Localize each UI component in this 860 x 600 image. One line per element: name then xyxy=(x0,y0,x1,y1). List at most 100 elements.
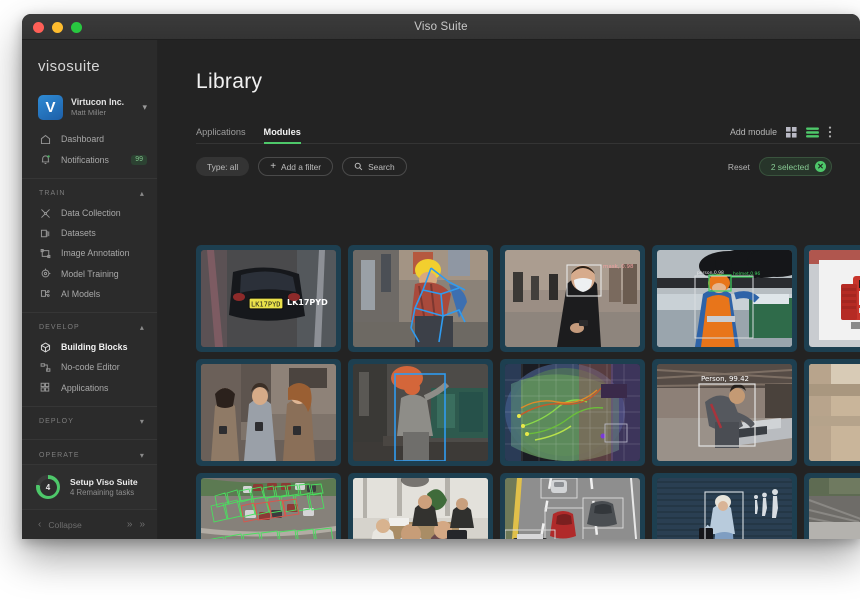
sidebar-item-data-collection[interactable]: Data Collection xyxy=(22,203,157,223)
sidebar-item-datasets[interactable]: Datasets xyxy=(22,223,157,243)
sidebar-group-operate[interactable]: OPERATE ▾ xyxy=(22,446,157,465)
parking-space-detection-thumbnail xyxy=(201,478,336,539)
sidebar-item-label: No-code Editor xyxy=(61,362,120,373)
main-content: Library Applications Modules Add module xyxy=(158,40,860,539)
avatar: V xyxy=(38,94,63,120)
sidebar-item-image-annotation[interactable]: Image Annotation xyxy=(22,243,157,263)
module-card[interactable] xyxy=(652,473,797,539)
applications-icon xyxy=(40,382,50,392)
maximize-window-button[interactable] xyxy=(71,22,82,33)
add-filter-button[interactable]: + Add a filter xyxy=(258,157,334,176)
module-card[interactable] xyxy=(196,473,341,539)
module-card[interactable] xyxy=(348,245,493,352)
sidebar-item-label: Notifications xyxy=(61,154,109,165)
window-titlebar: Viso Suite xyxy=(22,14,860,40)
divider xyxy=(22,439,157,440)
organization-info: Virtucon Inc. Matt Miller xyxy=(71,97,134,117)
user-name: Matt Miller xyxy=(71,108,107,118)
setup-subtitle: 4 Remaining tasks xyxy=(70,488,135,497)
chevron-left-icon[interactable]: ‹ xyxy=(38,519,41,530)
kebab-menu-icon[interactable] xyxy=(828,126,832,138)
reset-filters-button[interactable]: Reset xyxy=(728,162,750,172)
sidebar-group-develop[interactable]: DEVELOP ▴ xyxy=(22,319,157,338)
selected-count-chip[interactable]: 2 selected ✕ xyxy=(758,157,832,176)
sidebar-item-model-training[interactable]: Model Training xyxy=(22,264,157,284)
traffic-light-buttons[interactable] xyxy=(33,22,82,33)
setup-progress-card[interactable]: 4 Setup Viso Suite 4 Remaining tasks xyxy=(22,464,157,511)
clear-circle-icon[interactable]: ✕ xyxy=(815,161,826,172)
sidebar-group-train[interactable]: TRAIN ▴ xyxy=(22,185,157,204)
chevron-down-icon: ▾ xyxy=(139,417,145,427)
svg-text:person,0.98: person,0.98 xyxy=(697,270,724,276)
chevrons-down-icon[interactable]: » xyxy=(139,519,145,530)
sidebar: visosuite V Virtucon Inc. Matt Miller ▾ … xyxy=(22,40,158,539)
type-filter-chip[interactable]: Type: all xyxy=(196,157,250,176)
module-card[interactable]: person,0.98 helmet,0.96 xyxy=(652,245,797,352)
close-window-button[interactable] xyxy=(33,22,44,33)
sidebar-item-label: Model Training xyxy=(61,268,119,279)
module-card[interactable] xyxy=(348,359,493,466)
sidebar-item-building-blocks[interactable]: Building Blocks xyxy=(22,337,157,357)
sidebar-item-label: Data Collection xyxy=(61,208,121,219)
sidebar-item-label: Dashboard xyxy=(61,134,105,145)
search-placeholder: Search xyxy=(368,161,395,172)
brand-logo[interactable]: visosuite xyxy=(22,40,157,89)
sidebar-group-label: TRAIN xyxy=(39,190,66,198)
module-card[interactable] xyxy=(348,473,493,539)
add-module-button[interactable]: Add module xyxy=(730,127,777,137)
chevron-down-icon: ▾ xyxy=(139,450,145,460)
sidebar-group-label: DEVELOP xyxy=(39,324,80,332)
remaining-count: 4 xyxy=(45,482,51,492)
list-view-icon[interactable] xyxy=(806,126,819,138)
filter-bar: Type: all + Add a filter Search Reset 2 … xyxy=(196,157,860,176)
sidebar-group-deploy[interactable]: DEPLOY ▾ xyxy=(22,413,157,432)
module-card[interactable]: mask, 0.98 xyxy=(500,245,645,352)
search-icon xyxy=(354,162,363,171)
add-filter-label: Add a filter xyxy=(281,161,322,172)
pedestrian-tracking-thumbnail xyxy=(657,478,792,539)
setup-text: Setup Viso Suite 4 Remaining tasks xyxy=(70,476,138,499)
minimize-window-button[interactable] xyxy=(52,22,63,33)
module-card[interactable]: DANGER LOCKED OUT xyxy=(804,245,860,352)
bell-icon xyxy=(41,155,50,165)
module-card[interactable]: Person, 99.42 xyxy=(652,359,797,466)
chevron-down-icon[interactable]: ▾ xyxy=(142,102,147,113)
grid-view-icon[interactable] xyxy=(786,126,797,138)
module-card[interactable] xyxy=(804,359,860,466)
sidebar-item-applications[interactable]: Applications xyxy=(22,378,157,398)
tab-modules[interactable]: Modules xyxy=(263,127,302,144)
divider xyxy=(22,177,157,179)
tab-applications[interactable]: Applications xyxy=(196,127,246,143)
tab-bar: Applications Modules Add module xyxy=(196,120,860,144)
sidebar-item-label: Applications xyxy=(61,382,109,393)
sidebar-item-notifications[interactable]: Notifications 99 xyxy=(22,150,157,170)
module-card[interactable] xyxy=(196,359,341,466)
sidebar-item-no-code-editor[interactable]: No-code Editor xyxy=(22,357,157,377)
model-training-icon xyxy=(41,268,51,278)
people-group-detection-thumbnail xyxy=(201,364,336,461)
organization-switcher[interactable]: V Virtucon Inc. Matt Miller ▾ xyxy=(22,89,157,126)
module-card[interactable] xyxy=(500,359,645,466)
module-card[interactable]: Banquet° xyxy=(804,473,860,539)
chevrons-up-icon[interactable]: » xyxy=(127,519,133,530)
person-detection-factory-thumbnail: Person, 99.42 xyxy=(657,364,792,461)
annotation-icon xyxy=(40,248,51,259)
worker-bounding-box-thumbnail xyxy=(353,364,488,461)
module-card[interactable] xyxy=(500,473,645,539)
collapse-label: Collapse xyxy=(48,519,82,530)
sidebar-group-label: OPERATE xyxy=(39,451,80,459)
plus-icon: + xyxy=(270,161,277,172)
datasets-icon xyxy=(40,229,50,238)
setup-title: Setup Viso Suite xyxy=(70,476,138,487)
data-collection-icon xyxy=(41,208,50,218)
divider xyxy=(22,405,157,407)
collapse-sidebar-row[interactable]: ‹ Collapse » » xyxy=(22,510,157,539)
chevron-up-icon: ▴ xyxy=(139,189,145,199)
svg-text:helmet,0.96: helmet,0.96 xyxy=(733,271,760,277)
pose-estimation-worker-thumbnail xyxy=(353,250,488,347)
sidebar-item-ai-models[interactable]: AI Models xyxy=(22,284,157,304)
module-card[interactable]: LK17PYD LK17PYD xyxy=(196,245,341,352)
sidebar-item-dashboard[interactable]: Dashboard xyxy=(22,129,157,149)
search-input[interactable]: Search xyxy=(342,157,407,176)
page-title: Library xyxy=(196,70,263,93)
